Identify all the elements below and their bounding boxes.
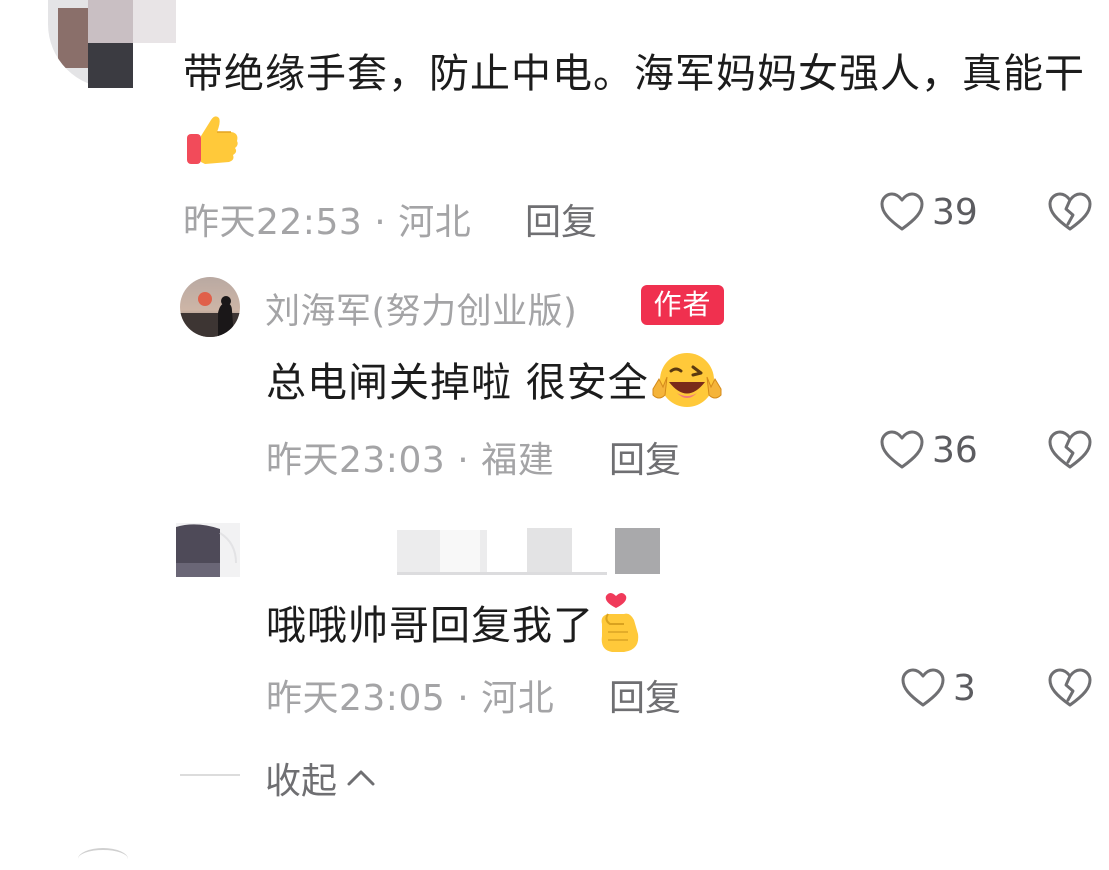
reply-time: 昨天23:03 <box>266 440 446 481</box>
broken-heart-icon <box>1048 668 1092 707</box>
like-count: 3 <box>953 667 976 709</box>
comment-text: 带绝缘手套，防止中电。海军妈妈女强人，真能干 <box>183 38 1093 193</box>
blurred-username <box>440 530 480 574</box>
blurred-username <box>397 572 607 575</box>
dislike-button[interactable] <box>1046 426 1094 478</box>
reply-button[interactable]: 回复 <box>525 193 597 245</box>
finger-heart-emoji <box>594 590 644 666</box>
like-count: 36 <box>932 429 978 471</box>
like-button[interactable]: 3 <box>899 664 976 712</box>
blurred-username <box>615 528 660 574</box>
heart-outline-icon <box>901 668 945 707</box>
reply-text: 总电闸关掉啦 很安全 <box>266 349 725 421</box>
comment-location: 河北 <box>398 202 472 243</box>
comment-meta: 昨天22:53 · 河北 <box>183 193 471 245</box>
collapse-button[interactable]: 收起 <box>265 752 377 804</box>
meta-separator: · <box>457 678 470 719</box>
reply-text-content: 哦哦帅哥回复我了 <box>266 603 594 649</box>
dislike-button[interactable] <box>1046 188 1094 240</box>
author-avatar[interactable] <box>180 277 240 337</box>
broken-heart-icon <box>1048 192 1092 231</box>
reply-button[interactable]: 回复 <box>609 669 681 721</box>
reply-meta: 昨天23:05 · 河北 <box>266 669 554 721</box>
user-avatar[interactable] <box>176 523 240 577</box>
comment-text-content: 带绝缘手套，防止中电。海军妈妈女强人，真能干 <box>183 51 1085 97</box>
reply-location: 河北 <box>481 678 555 719</box>
winking-grin-emoji <box>649 349 725 421</box>
reply-time: 昨天23:05 <box>266 678 446 719</box>
meta-separator: · <box>457 440 470 481</box>
reply-text: 哦哦帅哥回复我了 <box>266 590 644 666</box>
comment-time: 昨天22:53 <box>183 202 363 243</box>
like-button[interactable]: 39 <box>878 188 978 236</box>
dislike-button[interactable] <box>1046 664 1094 716</box>
reply-meta: 昨天23:03 · 福建 <box>266 431 554 483</box>
reply-button[interactable]: 回复 <box>609 431 681 483</box>
reply-text-content: 总电闸关掉啦 很安全 <box>266 360 649 406</box>
heart-outline-icon <box>880 192 924 231</box>
blurred-username <box>527 528 572 574</box>
collapse-divider <box>180 774 240 776</box>
next-avatar-edge <box>78 848 128 870</box>
author-badge: 作者 <box>641 285 724 325</box>
chevron-up-icon <box>347 770 375 786</box>
like-count: 39 <box>932 191 978 233</box>
avatar[interactable] <box>48 0 176 88</box>
reply-location: 福建 <box>481 440 555 481</box>
heart-outline-icon <box>880 430 924 469</box>
broken-heart-icon <box>1048 430 1092 469</box>
thumbs-up-emoji <box>183 110 243 193</box>
author-name[interactable]: 刘海军(努力创业版) <box>265 283 577 334</box>
meta-separator: · <box>374 202 387 243</box>
like-button[interactable]: 36 <box>878 426 978 474</box>
collapse-label: 收起 <box>265 761 338 802</box>
